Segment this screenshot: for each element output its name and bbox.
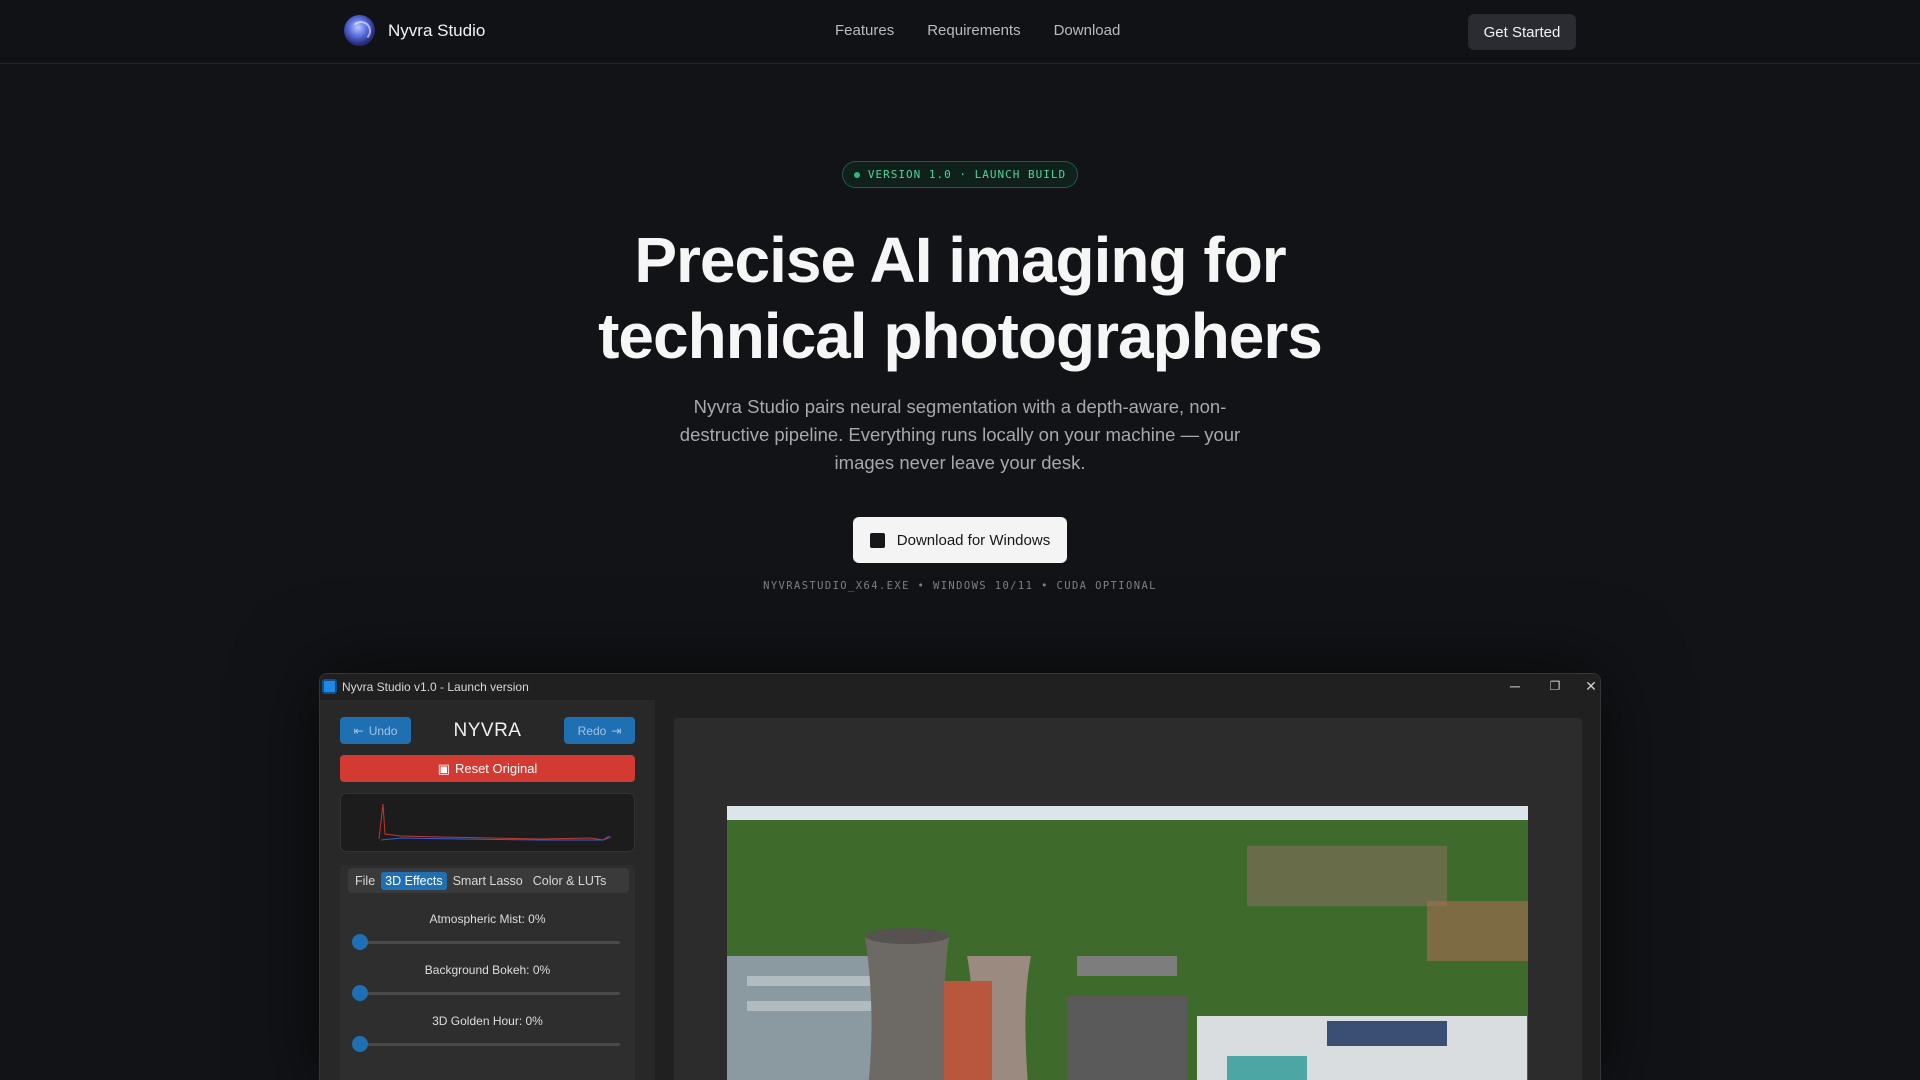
nav-link-requirements[interactable]: Requirements xyxy=(927,22,1020,39)
aerial-photo-illustration xyxy=(727,806,1528,1080)
hero-title-line-1: Precise AI imaging for xyxy=(634,224,1286,296)
panel-tabs: File 3D Effects Smart Lasso Color & LUTs xyxy=(348,868,629,893)
nav-link-download[interactable]: Download xyxy=(1054,22,1121,39)
redo-button[interactable]: Redo ⇥ xyxy=(564,717,635,744)
background-bokeh-knob[interactable] xyxy=(352,985,368,1001)
golden-hour-knob[interactable] xyxy=(352,1036,368,1052)
hero-subtitle: Nyvra Studio pairs neural segmentation w… xyxy=(679,396,1241,473)
undo-label: Undo xyxy=(368,723,398,738)
app-window-preview: Nyvra Studio v1.0 - Launch version ─ ❐ ✕… xyxy=(319,673,1601,1080)
atmospheric-mist-slider[interactable] xyxy=(352,934,620,950)
nyvra-logo-icon xyxy=(344,15,375,46)
background-bokeh-label: Background Bokeh: 0% xyxy=(424,963,551,977)
atmospheric-mist-label: Atmospheric Mist: 0% xyxy=(429,912,546,926)
tab-color-luts[interactable]: Color & LUTs xyxy=(529,872,611,890)
background-bokeh-slider[interactable] xyxy=(352,985,620,1001)
download-label: Download for Windows xyxy=(896,531,1051,549)
brand[interactable]: Nyvra Studio xyxy=(344,15,485,46)
atmospheric-mist-knob[interactable] xyxy=(352,934,368,950)
brand-name: Nyvra Studio xyxy=(388,20,486,40)
aerial-photo xyxy=(727,806,1528,1080)
app-sidebar: ⇤ Undo NYVRA Redo ⇥ ▣ Reset Original Fil… xyxy=(320,700,655,1080)
download-windows-button[interactable]: Download for Windows xyxy=(853,517,1067,563)
redo-label: Redo xyxy=(577,723,607,738)
image-canvas[interactable] xyxy=(674,718,1582,1080)
nav-link-features[interactable]: Features xyxy=(835,22,894,39)
version-badge-label: VERSION 1.0 · LAUNCH BUILD xyxy=(867,168,1067,181)
status-dot-icon xyxy=(853,171,860,178)
reset-label: Reset Original xyxy=(454,761,538,776)
hero-title-line-2: technical photographers xyxy=(598,300,1323,372)
hero-title: Precise AI imaging for technical photogr… xyxy=(560,222,1360,374)
app-logo-text: NYVRA xyxy=(453,720,522,741)
reset-original-button[interactable]: ▣ Reset Original xyxy=(340,755,635,782)
tab-file[interactable]: File xyxy=(351,872,379,890)
histogram-graph xyxy=(378,803,612,841)
app-window-title: Nyvra Studio v1.0 - Launch version xyxy=(342,680,529,694)
file-meta: NYVRASTUDIO_X64.EXE • WINDOWS 10/11 • CU… xyxy=(763,580,1157,592)
tab-3d-effects[interactable]: 3D Effects xyxy=(381,871,447,890)
tab-smart-lasso[interactable]: Smart Lasso xyxy=(449,872,527,890)
nav-links: Features Requirements Download xyxy=(835,22,1120,39)
undo-button[interactable]: ⇤ Undo xyxy=(340,717,411,744)
histogram xyxy=(340,793,635,852)
app-titlebar: Nyvra Studio v1.0 - Launch version ─ ❐ ✕ xyxy=(320,674,1600,700)
effects-panel: File 3D Effects Smart Lasso Color & LUTs… xyxy=(340,865,635,1080)
close-icon[interactable]: ✕ xyxy=(1582,677,1600,695)
reset-icon: ▣ xyxy=(437,760,450,776)
windows-icon xyxy=(869,532,885,548)
version-badge: VERSION 1.0 · LAUNCH BUILD xyxy=(842,161,1078,188)
redo-arrow-icon: ⇥ xyxy=(611,723,622,738)
minimize-icon[interactable]: ─ xyxy=(1506,677,1524,695)
app-icon xyxy=(322,679,337,694)
top-nav: Nyvra Studio Features Requirements Downl… xyxy=(0,0,1920,64)
get-started-button[interactable]: Get Started xyxy=(1468,14,1576,50)
golden-hour-label: 3D Golden Hour: 0% xyxy=(432,1014,543,1028)
restore-icon[interactable]: ❐ xyxy=(1546,677,1564,695)
undo-arrow-icon: ⇤ xyxy=(353,723,364,738)
golden-hour-slider[interactable] xyxy=(352,1036,620,1052)
